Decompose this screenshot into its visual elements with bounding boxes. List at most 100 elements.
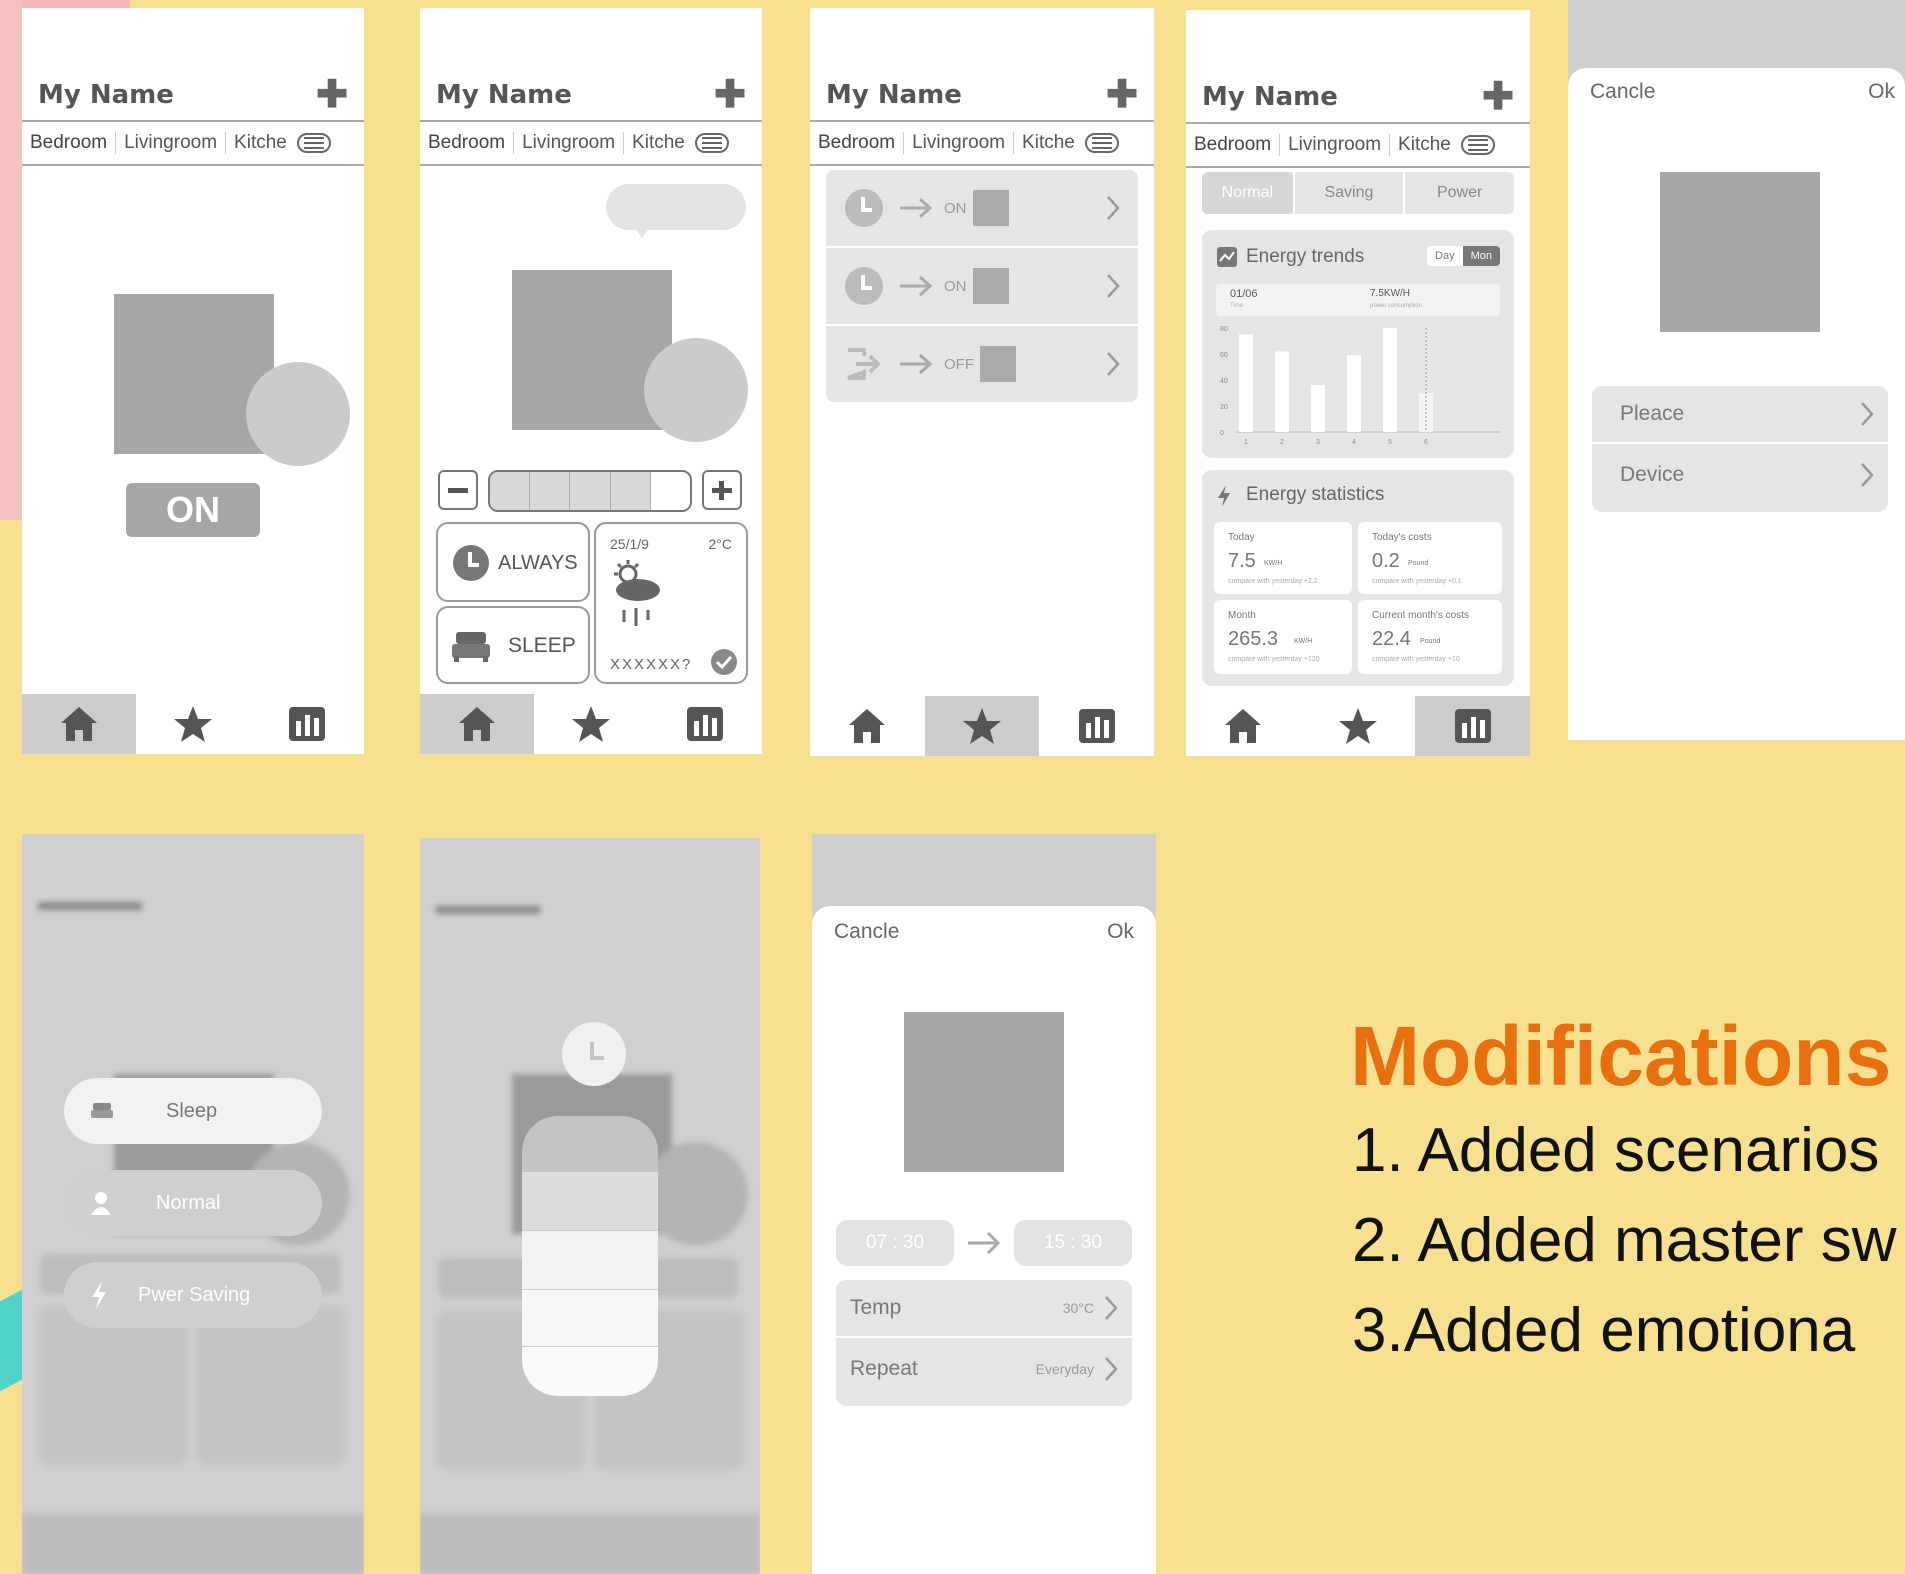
nav-favorites[interactable] xyxy=(534,694,648,754)
chart-bar[interactable] xyxy=(1347,355,1361,432)
scene-power-saving[interactable]: Pwer Saving xyxy=(64,1262,322,1328)
cancel-button[interactable]: Cancle xyxy=(834,920,899,944)
speech-bubble xyxy=(606,184,746,230)
stat-note: compare with yesterday +10 xyxy=(1372,656,1460,663)
automation-row[interactable]: ON xyxy=(826,170,1138,248)
add-icon[interactable]: ✚ xyxy=(714,76,746,114)
weather-text: XXXXXX? xyxy=(610,656,693,673)
chart-bar[interactable] xyxy=(1275,351,1289,432)
start-time-field[interactable]: 07 : 30 xyxy=(836,1220,954,1266)
menu-icon[interactable] xyxy=(1084,133,1119,153)
plus-button[interactable] xyxy=(702,470,742,510)
stat-tile-today: Today 7.5 KW/H compare with yesterday +2… xyxy=(1214,522,1352,594)
x-tick-label: 2 xyxy=(1280,439,1284,446)
nav-favorites[interactable] xyxy=(1301,696,1416,756)
repeat-row[interactable]: Repeat Everyday xyxy=(836,1340,1132,1398)
temp-row[interactable]: Temp 30°C xyxy=(836,1280,1132,1338)
end-time-field[interactable]: 15 : 30 xyxy=(1014,1220,1132,1266)
automation-row[interactable]: OFF xyxy=(826,326,1138,402)
tab-kitchen[interactable]: Kitche xyxy=(624,132,693,154)
tab-livingroom[interactable]: Livingroom xyxy=(1280,134,1391,156)
level-slider[interactable] xyxy=(488,470,692,512)
menu-icon[interactable] xyxy=(694,133,729,153)
tab-bedroom[interactable]: Bedroom xyxy=(810,132,905,154)
device-row[interactable]: Device xyxy=(1592,446,1888,504)
x-tick-label: 6 xyxy=(1424,439,1428,446)
trend-date: 01/06 xyxy=(1230,288,1258,300)
nav-home[interactable] xyxy=(420,694,534,754)
chart-bar[interactable] xyxy=(1383,328,1397,432)
place-row[interactable]: Pleace xyxy=(1592,386,1888,444)
ok-button[interactable]: Ok xyxy=(1107,920,1134,944)
power-button[interactable]: ON xyxy=(126,483,260,537)
nav-statistics[interactable] xyxy=(250,694,364,754)
chart-bar[interactable] xyxy=(1311,385,1325,432)
add-icon[interactable]: ✚ xyxy=(1482,78,1514,116)
nav-favorites[interactable] xyxy=(136,694,250,754)
menu-icon[interactable] xyxy=(1460,135,1495,155)
tab-livingroom[interactable]: Livingroom xyxy=(514,132,625,154)
toggle-month[interactable]: Mon xyxy=(1462,246,1500,266)
home-icon xyxy=(1225,709,1262,743)
nav-home[interactable] xyxy=(22,694,136,754)
mode-power[interactable]: Power xyxy=(1405,172,1514,214)
timer-level-picker[interactable] xyxy=(522,1116,658,1396)
decor-shape xyxy=(0,0,22,520)
add-icon[interactable]: ✚ xyxy=(316,76,348,114)
stat-label: Today's costs xyxy=(1372,532,1432,543)
arrow-right-icon xyxy=(900,353,933,375)
tab-bedroom[interactable]: Bedroom xyxy=(1186,134,1281,156)
mode-sleep-card[interactable]: SLEEP xyxy=(436,606,590,684)
mode-saving[interactable]: Saving xyxy=(1292,172,1406,214)
device-knob[interactable] xyxy=(246,362,350,466)
modal-header: Cancle Ok xyxy=(1568,68,1905,128)
nav-statistics[interactable] xyxy=(1415,696,1530,756)
automation-action: ON xyxy=(944,277,967,295)
nav-statistics[interactable] xyxy=(1039,696,1154,756)
arrow-right-icon xyxy=(968,1231,1001,1255)
tab-livingroom[interactable]: Livingroom xyxy=(904,132,1015,154)
nav-favorites[interactable] xyxy=(924,696,1040,756)
scene-sleep[interactable]: Sleep xyxy=(64,1078,322,1144)
chevron-right-icon xyxy=(1861,402,1874,426)
tab-bedroom[interactable]: Bedroom xyxy=(22,132,117,154)
cancel-button[interactable]: Cancle xyxy=(1590,80,1655,104)
star-icon xyxy=(963,708,1001,744)
automation-row[interactable]: ON xyxy=(826,248,1138,326)
chevron-right-icon xyxy=(1107,274,1120,298)
tab-bedroom[interactable]: Bedroom xyxy=(420,132,515,154)
add-icon[interactable]: ✚ xyxy=(1106,76,1138,114)
device-thumb xyxy=(972,268,1009,304)
chart-icon xyxy=(1454,709,1491,743)
nav-statistics[interactable] xyxy=(648,694,762,754)
weather-card[interactable]: 25/1/9 2°C XXXXXX? xyxy=(594,522,748,684)
user-name: My Name xyxy=(436,80,572,110)
tab-livingroom[interactable]: Livingroom xyxy=(116,132,227,154)
device-knob[interactable] xyxy=(644,338,748,442)
ok-button[interactable]: Ok xyxy=(1868,80,1895,104)
stat-value: 265.3 xyxy=(1228,628,1279,650)
chart-bar[interactable] xyxy=(1239,334,1253,433)
menu-icon[interactable] xyxy=(296,133,331,153)
scene-normal[interactable]: Normal xyxy=(64,1170,322,1236)
weather-date: 25/1/9 xyxy=(610,536,649,552)
toggle-day[interactable]: Day xyxy=(1427,246,1463,266)
day-month-toggle: Day Mon xyxy=(1427,246,1500,266)
tab-kitchen[interactable]: Kitche xyxy=(1014,132,1083,154)
screen-add-device: Cancle Ok Pleace Device xyxy=(1568,0,1905,740)
tab-kitchen[interactable]: Kitche xyxy=(1390,134,1459,156)
nav-home[interactable] xyxy=(810,696,925,756)
stat-tile-month-costs: Current month's costs 22.4 Pound compare… xyxy=(1358,600,1502,674)
y-tick-label: 0 xyxy=(1220,430,1224,437)
stat-unit: KW/H xyxy=(1294,638,1313,645)
y-tick-label: 60 xyxy=(1220,352,1228,359)
mode-always-card[interactable]: ALWAYS xyxy=(436,522,590,602)
stat-label: Today xyxy=(1228,532,1255,543)
tab-kitchen[interactable]: Kitche xyxy=(226,132,295,154)
x-tick-label: 3 xyxy=(1316,439,1320,446)
timer-clock-button[interactable] xyxy=(562,1022,626,1086)
minus-button[interactable] xyxy=(438,470,478,510)
nav-home[interactable] xyxy=(1186,696,1301,756)
mode-normal[interactable]: Normal xyxy=(1202,172,1293,214)
chart-icon xyxy=(1078,709,1115,743)
